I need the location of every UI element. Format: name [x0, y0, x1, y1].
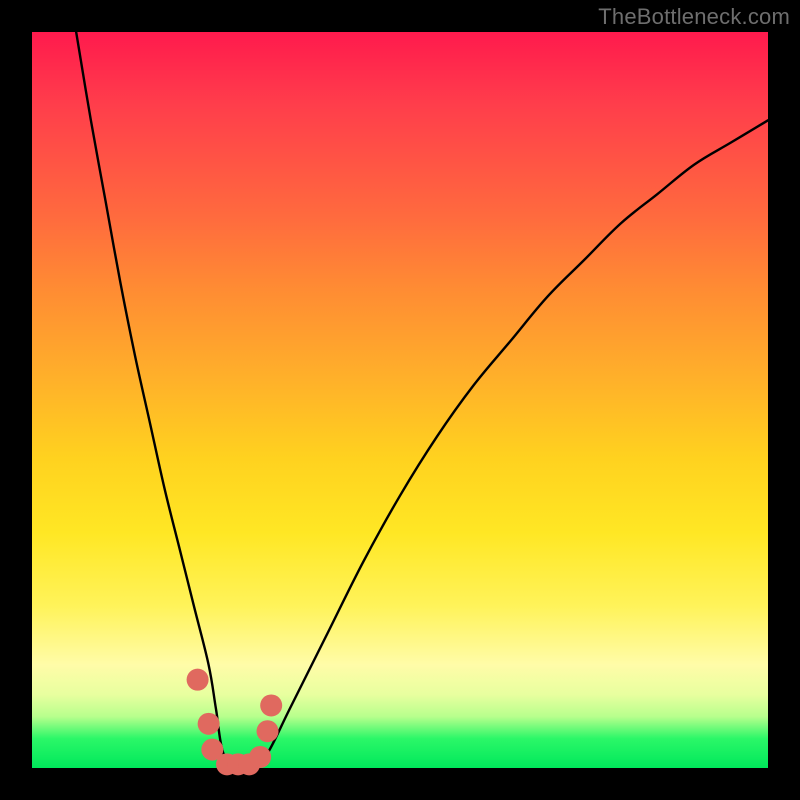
plot-area — [32, 32, 768, 768]
chart-frame: TheBottleneck.com — [0, 0, 800, 800]
highlight-marker — [249, 746, 271, 768]
curve-layer — [32, 32, 768, 768]
highlight-marker — [187, 669, 209, 691]
bottleneck-curve — [76, 32, 768, 770]
marker-group — [187, 669, 283, 776]
highlight-marker — [198, 713, 220, 735]
highlight-marker — [257, 720, 279, 742]
watermark-label: TheBottleneck.com — [598, 4, 790, 30]
highlight-marker — [260, 694, 282, 716]
